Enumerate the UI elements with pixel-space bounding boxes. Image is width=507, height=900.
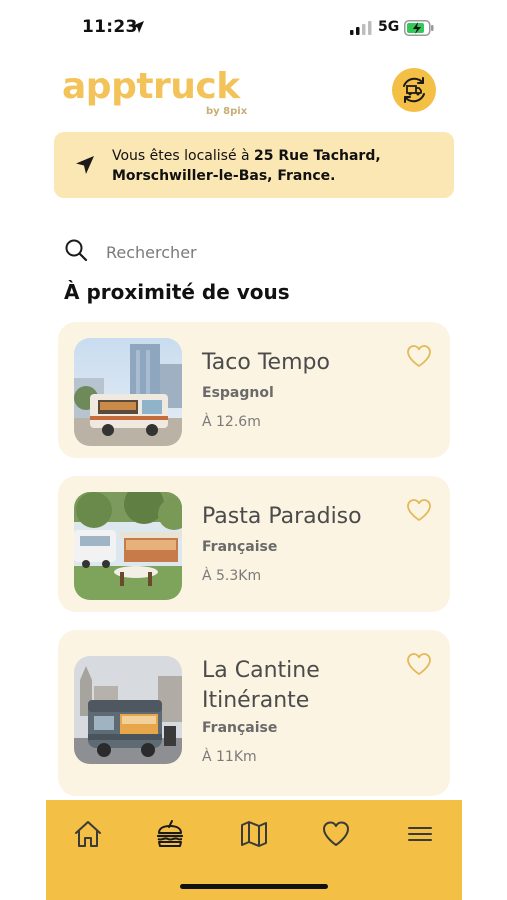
- location-text: Vous êtes localisé à 25 Rue Tachard, Mor…: [112, 146, 442, 186]
- heart-icon[interactable]: [406, 652, 432, 676]
- truck-card-pasta-paradiso[interactable]: Pasta Paradiso Française À 5.3Km: [58, 476, 450, 612]
- location-banner[interactable]: Vous êtes localisé à 25 Rue Tachard, Mor…: [54, 132, 454, 198]
- signal-bars-icon: [350, 21, 372, 35]
- truck-distance: À 12.6m: [202, 414, 261, 430]
- search-bar[interactable]: [64, 234, 444, 270]
- truck-photo: [74, 656, 182, 764]
- logo-subtitle: by 8pix: [206, 106, 248, 117]
- truck-name: Pasta Paradiso: [202, 504, 362, 529]
- location-prefix: Vous êtes localisé à: [112, 148, 255, 164]
- truck-swap-icon: [403, 77, 425, 103]
- heart-icon[interactable]: [406, 498, 432, 522]
- location-city: Morschwiller-le-Bas, France.: [112, 168, 336, 184]
- home-indicator[interactable]: [180, 884, 328, 889]
- status-bar: 11:23 5G: [0, 0, 507, 58]
- switch-mode-button[interactable]: [392, 68, 436, 112]
- network-type: 5G: [378, 19, 400, 35]
- tab-home[interactable]: [68, 814, 108, 854]
- status-time: 11:23: [82, 17, 138, 37]
- truck-distance: À 11Km: [202, 749, 257, 765]
- truck-name: Taco Tempo: [202, 350, 330, 375]
- truck-name: La Cantine Itinérante: [202, 658, 320, 713]
- tab-favorites[interactable]: [316, 814, 356, 854]
- app-header: apptruck by 8pix: [0, 60, 507, 120]
- truck-photo: [74, 338, 182, 446]
- location-street: 25 Rue Tachard,: [254, 148, 381, 164]
- battery-charging-icon: [404, 20, 434, 36]
- logo-text: apptruck: [62, 66, 240, 107]
- home-icon: [75, 821, 101, 847]
- navigation-arrow-icon: [76, 156, 94, 174]
- tab-food-trucks[interactable]: [150, 814, 190, 854]
- tab-menu[interactable]: [400, 814, 440, 854]
- apptruck-logo: apptruck by 8pix: [62, 66, 252, 118]
- search-icon: [65, 239, 88, 262]
- search-input[interactable]: [106, 238, 436, 266]
- burger-icon: [156, 820, 184, 847]
- truck-distance: À 5.3Km: [202, 568, 262, 584]
- truck-photo: [74, 492, 182, 600]
- truck-cuisine: Française: [202, 539, 278, 555]
- truck-cuisine: Espagnol: [202, 385, 274, 401]
- tab-map[interactable]: [234, 814, 274, 854]
- map-icon: [241, 821, 267, 847]
- truck-card-la-cantine-itinerante[interactable]: La Cantine Itinérante Française À 11Km: [58, 630, 450, 796]
- location-arrow-icon: [132, 21, 144, 33]
- heart-icon[interactable]: [406, 344, 432, 368]
- truck-cuisine: Française: [202, 720, 278, 736]
- heart-icon: [323, 821, 349, 846]
- menu-icon: [408, 827, 432, 841]
- section-title: À proximité de vous: [64, 280, 290, 304]
- truck-card-taco-tempo[interactable]: Taco Tempo Espagnol À 12.6m: [58, 322, 450, 458]
